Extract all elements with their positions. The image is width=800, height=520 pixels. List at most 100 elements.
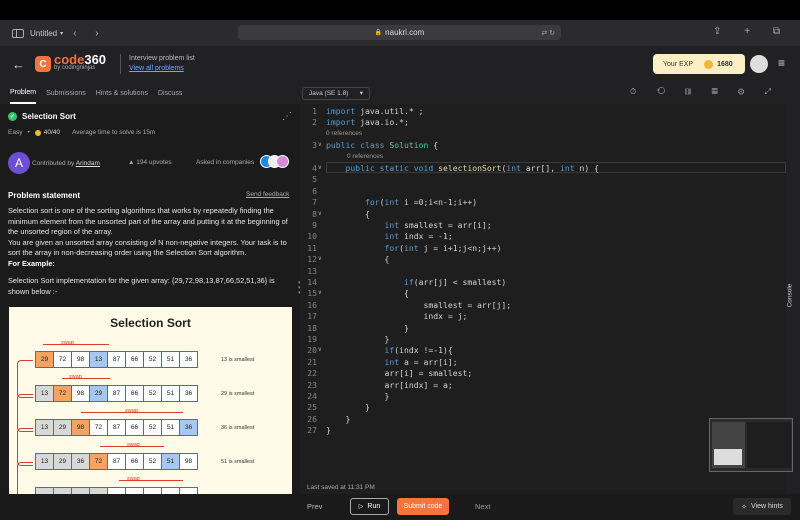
send-feedback-link[interactable]: Send feedback <box>246 191 289 198</box>
contributor-link[interactable]: Arindam <box>76 160 100 167</box>
code-line[interactable]: for(int j = i+1;j<n;j++) <box>326 243 501 253</box>
breadcrumb: Interview problem list View all problems <box>129 54 195 74</box>
fold-chevron-icon[interactable]: ∨ <box>318 141 322 148</box>
run-button[interactable]: ▷ Run <box>350 498 389 515</box>
array-row: 13 29 98 72 87 66 52 51 36 <box>35 419 198 436</box>
code-line[interactable]: import java.io.*; <box>326 117 409 127</box>
code-lens-references[interactable]: 0 references <box>326 130 362 137</box>
code-line[interactable]: int a = arr[i]; <box>326 357 457 367</box>
code-line[interactable]: } <box>326 334 389 344</box>
share-newtab-tabs-icons[interactable]: ⇪ + ⧉ <box>713 26 790 37</box>
array-row-partial <box>35 487 198 494</box>
code-line[interactable]: if(indx !=-1){ <box>326 345 452 355</box>
tab-problem[interactable]: Problem <box>10 82 37 104</box>
line-number: 9 <box>312 220 317 230</box>
code-line[interactable]: public static void selectionSort(int arr… <box>326 163 599 173</box>
code-line[interactable]: int smallest = arr[i]; <box>326 220 491 230</box>
swap-line <box>43 344 109 345</box>
array-row: 13 29 36 72 87 66 52 51 98 <box>35 453 198 470</box>
view-hints-button[interactable]: ✧ View hints <box>733 498 791 515</box>
code-line[interactable]: public class Solution { <box>326 140 438 150</box>
address-bar[interactable]: 🔒 naukri.com ⇄ ↻ <box>238 25 561 40</box>
back-arrow-icon[interactable]: ← <box>12 57 25 72</box>
line-number: 12 <box>307 254 317 265</box>
array-cell: 36 <box>179 385 198 402</box>
code-line[interactable]: int indx = -1; <box>326 231 452 241</box>
tab-hints-solutions[interactable]: Hints & solutions <box>96 82 148 104</box>
array-cell: 72 <box>89 419 108 436</box>
exp-badge[interactable]: Your EXP 1680 <box>653 54 745 74</box>
last-saved: Last saved at 11:31 PM <box>307 484 375 491</box>
share-icon[interactable]: ⋰ <box>282 111 292 122</box>
code360-logo[interactable]: C code360 by codingninjas <box>35 53 106 73</box>
user-avatar[interactable] <box>750 55 768 73</box>
submit-code-button[interactable]: Submit code <box>397 498 449 515</box>
fold-chevron-icon[interactable]: ∨ <box>318 210 322 217</box>
menu-icon[interactable]: ≡ <box>778 56 785 70</box>
tab-submissions[interactable]: Submissions <box>46 82 86 104</box>
sidebar-toggle-icon[interactable] <box>12 28 24 38</box>
upvotes[interactable]: ▲ 194 upvotes <box>128 159 172 166</box>
swap-line <box>100 446 164 447</box>
array-cell: 36 <box>71 453 90 470</box>
code-line[interactable]: } <box>326 402 370 412</box>
screen-top-bar <box>0 0 800 20</box>
chevron-down-icon[interactable]: ▾ <box>60 30 63 37</box>
back-forward-icons[interactable]: ‹ › <box>73 28 106 39</box>
code-line[interactable]: } <box>326 323 409 333</box>
translate-reload-icons[interactable]: ⇄ ↻ <box>541 29 555 37</box>
console-label: Console <box>786 283 794 308</box>
code-lens-references[interactable]: 0 references <box>347 153 383 160</box>
company-logo-icon <box>276 155 289 168</box>
language-value: Java (SE 1.8) <box>309 89 349 97</box>
code-line[interactable]: { <box>326 209 370 219</box>
code-line[interactable]: indx = j; <box>326 311 467 321</box>
prev-button[interactable]: Prev <box>307 502 322 511</box>
code-line[interactable]: smallest = arr[j]; <box>326 300 511 310</box>
fold-chevron-icon[interactable]: ∨ <box>318 164 322 171</box>
fold-chevron-icon[interactable]: ∨ <box>318 255 322 262</box>
company-logos[interactable] <box>260 155 290 169</box>
code-line[interactable]: { <box>326 254 389 264</box>
code-line[interactable]: } <box>326 414 350 424</box>
code-line[interactable]: } <box>326 391 389 401</box>
array-cell: 13 <box>35 453 54 470</box>
array-cell: 72 <box>53 351 72 368</box>
swap-loop-arrow <box>17 360 33 398</box>
array-cell: 51 <box>161 419 180 436</box>
tab-discuss[interactable]: Discuss <box>158 82 183 104</box>
code-line[interactable]: if(arr[j] < smallest) <box>326 277 506 287</box>
next-button[interactable]: Next <box>475 502 490 511</box>
code-line[interactable]: } <box>326 425 331 435</box>
code-line[interactable]: import java.util.* ; <box>326 106 423 116</box>
coin-icon <box>34 129 41 136</box>
window-thumbnail[interactable] <box>709 418 793 472</box>
code-line[interactable]: arr[indx] = a; <box>326 380 452 390</box>
array-cell: 52 <box>143 351 162 368</box>
code-line[interactable]: arr[i] = smallest; <box>326 368 472 378</box>
array-cell: 98 <box>71 351 90 368</box>
line-number: 4 <box>312 163 317 173</box>
tab-group-name[interactable]: Untitled <box>30 29 57 38</box>
view-all-problems-link[interactable]: View all problems <box>129 64 195 74</box>
array-cell: 29 <box>35 351 54 368</box>
thumb-image <box>714 449 742 465</box>
line-number: 24 <box>307 391 317 401</box>
average-time: Average time to solve is 15m <box>72 129 156 136</box>
editor-action-icons[interactable]: ⏱ ⟲ ▥ ▦ ⚙ ⤢ <box>630 87 780 97</box>
play-icon: ▷ <box>358 504 364 510</box>
header-divider <box>120 54 122 74</box>
for-example-label: For Example: <box>8 258 55 268</box>
fold-chevron-icon[interactable]: ∨ <box>318 289 322 296</box>
code-line[interactable]: { <box>326 288 409 298</box>
problem-tabs: Problem Submissions Hints & solutions Di… <box>0 82 300 104</box>
line-number: 21 <box>307 356 317 367</box>
bottom-bar: Prev ▷ Run Submit code Next ✧ View hints <box>0 494 800 520</box>
language-select[interactable]: Java (SE 1.8) ▾ <box>302 86 370 100</box>
fold-chevron-icon[interactable]: ∨ <box>318 346 322 353</box>
array-cell: 51 <box>161 453 180 470</box>
line-number: 16 <box>307 299 317 310</box>
implementation-text: Selection Sort implementation for the gi… <box>8 276 275 296</box>
swap-loop-arrow <box>17 462 33 494</box>
code-line[interactable]: for(int i =0;i<n-1;i++) <box>326 197 477 207</box>
